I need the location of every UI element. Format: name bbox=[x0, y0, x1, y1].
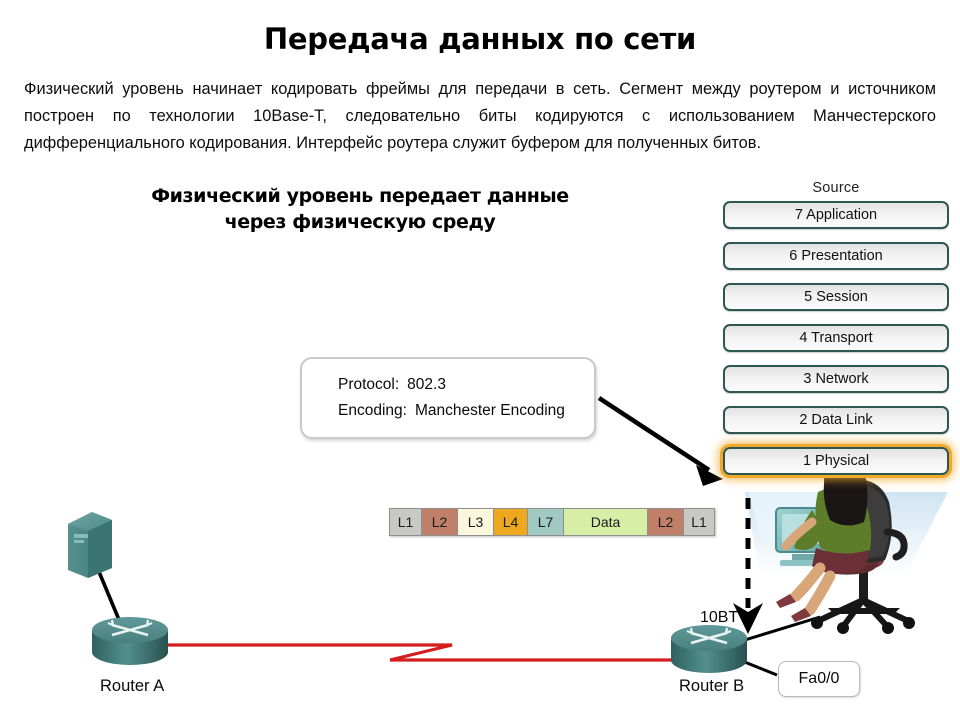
osi-layer-3-label: 3 Network bbox=[803, 371, 869, 387]
osi-layer-6-label: 6 Presentation bbox=[789, 248, 883, 264]
osi-layer-2-label: 2 Data Link bbox=[799, 412, 873, 428]
osi-layer-2[interactable]: 2 Data Link bbox=[723, 406, 949, 434]
pdu-segment: Data bbox=[564, 509, 648, 535]
osi-layer-1[interactable]: 1 Physical bbox=[723, 447, 949, 475]
pdu-segment: L1 bbox=[390, 509, 422, 535]
page-title: Передача данных по сети bbox=[263, 22, 697, 56]
media-caption-line2: через физическую среду bbox=[224, 211, 496, 233]
interface-callout-label: Fa0/0 bbox=[798, 670, 840, 687]
encoding-key: Encoding: bbox=[338, 402, 407, 419]
body-paragraph: Физический уровень начинает кодировать ф… bbox=[24, 80, 936, 152]
router-a-icon bbox=[92, 617, 168, 665]
pdu-segment: L1 bbox=[684, 509, 714, 535]
osi-layer-3[interactable]: 3 Network bbox=[723, 365, 949, 393]
media-caption-line1: Физический уровень передает данные bbox=[151, 185, 569, 207]
pdu-segment: L7 bbox=[528, 509, 564, 535]
router-a-label: Router A bbox=[100, 677, 165, 695]
pdu-segment: L2 bbox=[422, 509, 458, 535]
encoding-row: Encoding: Manchester Encoding bbox=[302, 398, 594, 424]
osi-layer-7[interactable]: 7 Application bbox=[723, 201, 949, 229]
pdu-frame-bar: L1 L2 L3 L4 L7 Data L2 L1 bbox=[389, 508, 715, 536]
osi-layer-5[interactable]: 5 Session bbox=[723, 283, 949, 311]
link-type-label: 10BT bbox=[700, 609, 739, 626]
encoding-value: Manchester Encoding bbox=[414, 402, 565, 419]
router-b-label: Router B bbox=[679, 677, 745, 695]
osi-layer-6[interactable]: 6 Presentation bbox=[723, 242, 949, 270]
server-icon bbox=[68, 512, 112, 578]
protocol-key: Protocol: bbox=[338, 376, 400, 393]
media-caption: Физический уровень передает данные через… bbox=[140, 183, 580, 235]
osi-stack: Source 7 Application 6 Presentation 5 Se… bbox=[723, 180, 949, 475]
interface-callout-box: Fa0/0 bbox=[778, 661, 860, 697]
protocol-row: Protocol: 802.3 bbox=[302, 372, 594, 398]
osi-layer-5-label: 5 Session bbox=[804, 289, 868, 305]
network-diagram: Физический уровень передает данные через… bbox=[0, 180, 960, 720]
protocol-callout-box: Protocol: 802.3 Encoding: Manchester Encod… bbox=[300, 357, 596, 439]
callout-to-physical-arrow bbox=[597, 396, 723, 486]
osi-layer-4[interactable]: 4 Transport bbox=[723, 324, 949, 352]
slide-canvas: Передача данных по сети Физический урове… bbox=[0, 0, 960, 720]
pdu-segment: L4 bbox=[494, 509, 528, 535]
pdu-segment: L3 bbox=[458, 509, 494, 535]
osi-stack-title: Source bbox=[812, 180, 860, 196]
osi-layer-7-label: 7 Application bbox=[794, 207, 878, 223]
protocol-value: 802.3 bbox=[407, 376, 446, 393]
serial-link bbox=[152, 643, 700, 662]
router-b-icon bbox=[671, 625, 747, 673]
osi-layer-4-label: 4 Transport bbox=[799, 330, 873, 346]
pdu-segment: L2 bbox=[648, 509, 684, 535]
osi-layer-1-label: 1 Physical bbox=[802, 453, 870, 469]
